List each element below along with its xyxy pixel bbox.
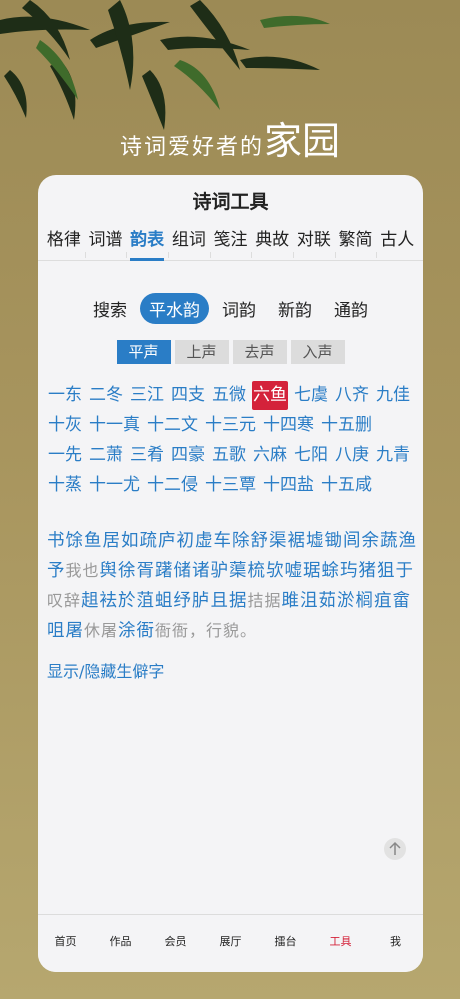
rhyme-item-28[interactable]: 十三覃 [204, 471, 257, 500]
rhyme-item-3[interactable]: 三江 [129, 381, 165, 410]
rhyme-item-27[interactable]: 十二侵 [146, 471, 199, 500]
rhyme-item-7[interactable]: 七虞 [293, 381, 329, 410]
tone-tab-2[interactable]: 上声 [174, 340, 229, 364]
toggle-rare-chars-link[interactable]: 显示/隐藏生僻字 [47, 658, 423, 682]
char-annotation: 衙衙，行貌。 [155, 621, 258, 640]
rhyme-item-11[interactable]: 十一真 [88, 411, 141, 440]
subtab-3[interactable]: 词韵 [213, 293, 265, 324]
slogan-large-text: 家园 [264, 119, 341, 163]
tone-tab-3[interactable]: 去声 [232, 340, 287, 364]
rhyme-item-8[interactable]: 八齐 [334, 381, 370, 410]
nav-item-2[interactable]: 作品 [93, 915, 148, 968]
rhyme-system-tabs: 搜索 平水韵 词韵 新韵 通韵 [38, 293, 423, 324]
rhyme-item-16[interactable]: 一先 [47, 441, 83, 470]
tab-7[interactable]: 对联 [293, 223, 335, 260]
rhyme-item-21[interactable]: 六麻 [252, 441, 288, 470]
rhyme-item-2[interactable]: 二冬 [88, 381, 124, 410]
char-annotation: 拮据 [247, 591, 282, 610]
subtab-2[interactable]: 平水韵 [140, 293, 209, 324]
subtab-1[interactable]: 搜索 [84, 293, 136, 324]
tab-3[interactable]: 韵表 [126, 223, 168, 261]
rhyme-item-26[interactable]: 十一尤 [88, 471, 141, 500]
scroll-top-button[interactable] [384, 838, 406, 860]
tab-1[interactable]: 格律 [43, 223, 85, 260]
rhyme-char-group[interactable]: 涂衙 [118, 621, 155, 641]
char-annotation: 叹辞 [47, 591, 82, 610]
rhyme-item-15[interactable]: 十五删 [320, 411, 373, 440]
tools-card: 诗词工具 格律 词谱 韵表 组词 笺注 典故 对联 繁简 古人 搜索 平水韵 词韵 新韵 通韵 平声 上声… [38, 175, 423, 972]
tab-8[interactable]: 繁简 [334, 223, 377, 260]
nav-item-6[interactable]: 工具 [313, 915, 368, 968]
char-annotation: 休屠 [84, 621, 119, 640]
rhyme-item-1[interactable]: 一东 [47, 381, 83, 410]
rhyme-item-25[interactable]: 十蒸 [47, 471, 83, 500]
tab-6[interactable]: 典故 [251, 223, 293, 260]
tab-5[interactable]: 笺注 [209, 223, 252, 260]
subtab-5[interactable]: 通韵 [325, 293, 377, 324]
rhyme-item-20[interactable]: 五歌 [211, 441, 247, 470]
char-annotation: 我也 [65, 561, 100, 580]
rhyme-list: 一东 二冬 三江 四支 五微 六鱼 七虞 八齐 九佳十灰 十一真 十二文 十三元 十四寒 十五删一先 二萧三… [47, 380, 417, 500]
rhyme-item-6[interactable]: 六鱼 [252, 381, 288, 410]
nav-item-7[interactable]: 我 [368, 915, 423, 968]
tool-tabs: 格律 词谱 韵表 组词 笺注 典故 对联 繁简 古人 [38, 223, 423, 261]
card-title: 诗词工具 [192, 191, 269, 213]
nav-item-5[interactable]: 擂台 [258, 915, 313, 968]
rhyme-item-4[interactable]: 四支 [170, 381, 206, 410]
slogan-small-text: 诗词爱好者的 [119, 135, 264, 160]
subtab-4[interactable]: 新韵 [269, 293, 321, 324]
rhyme-char-group[interactable]: 舆徐胥躇储诸驴蕖梳欤嘘琚蜍玙猪狙于 [100, 561, 415, 581]
rhyme-item-24[interactable]: 九青 [375, 441, 411, 470]
rhyme-item-22[interactable]: 七阳 [293, 441, 329, 470]
tone-tabs: 平声 上声 去声 入声 [38, 340, 423, 364]
rhyme-item-29[interactable]: 十四盐 [262, 471, 315, 500]
rhyme-item-13[interactable]: 十三元 [204, 411, 257, 440]
rhyme-item-23[interactable]: 八庚 [334, 441, 370, 470]
rhyme-item-12[interactable]: 十二文 [146, 411, 199, 440]
tone-tab-1[interactable]: 平声 [116, 340, 171, 364]
tone-tab-4[interactable]: 入声 [290, 340, 345, 364]
rhyme-characters: 书馀鱼居如疏庐初虚车除舒渠裾墟锄闾余蔬渔予我也舆徐胥躇储诸驴蕖梳欤嘘琚蜍玙猪狙于… [47, 526, 417, 646]
slogan: 诗词爱好者的家园 [0, 110, 460, 165]
rhyme-item-10[interactable]: 十灰 [47, 411, 83, 440]
tab-9[interactable]: 古人 [376, 223, 418, 260]
tab-4[interactable]: 组词 [168, 223, 210, 260]
arrow-up-icon [389, 841, 401, 855]
rhyme-item-30[interactable]: 十五咸 [320, 471, 373, 500]
nav-item-1[interactable]: 首页 [38, 915, 93, 968]
rhyme-item-5[interactable]: 五微 [211, 381, 247, 410]
rhyme-item-18[interactable]: 三肴 [129, 441, 165, 470]
rhyme-item-19[interactable]: 四豪 [170, 441, 206, 470]
rhyme-item-14[interactable]: 十四寒 [262, 411, 315, 440]
rhyme-item-17[interactable]: 二萧 [88, 441, 124, 470]
rhyme-char-group[interactable]: 趄袪於菹蛆纾胪且据 [81, 591, 248, 611]
rhyme-item-9[interactable]: 九佳 [375, 381, 411, 410]
nav-item-3[interactable]: 会员 [148, 915, 203, 968]
bottom-navigation: 首页 作品 会员 展厅 擂台 工具我 [38, 914, 423, 972]
nav-item-4[interactable]: 展厅 [203, 915, 258, 968]
tab-2[interactable]: 词谱 [84, 223, 127, 260]
